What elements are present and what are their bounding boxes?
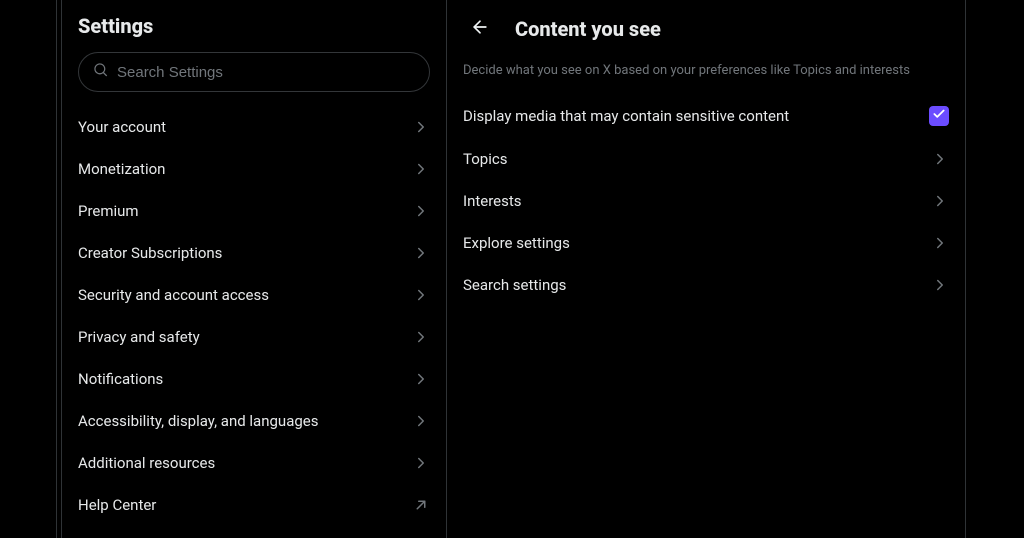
nav-premium[interactable]: Premium — [62, 190, 446, 232]
row-explore-settings[interactable]: Explore settings — [447, 222, 965, 264]
row-label: Explore settings — [463, 234, 570, 252]
settings-title: Settings — [62, 10, 446, 48]
chevron-right-icon — [931, 150, 949, 168]
chevron-right-icon — [412, 412, 430, 430]
nav-label: Privacy and safety — [78, 328, 200, 346]
row-sensitive-media-toggle[interactable]: Display media that may contain sensitive… — [447, 94, 965, 138]
row-label: Topics — [463, 150, 507, 168]
nav-label: Premium — [78, 202, 139, 220]
row-search-settings[interactable]: Search settings — [447, 264, 965, 306]
nav-label: Creator Subscriptions — [78, 244, 222, 262]
search-icon — [93, 62, 117, 82]
chevron-right-icon — [412, 454, 430, 472]
search-input[interactable] — [117, 64, 415, 81]
nav-additional-resources[interactable]: Additional resources — [62, 442, 446, 484]
content-pane: Content you see Decide what you see on X… — [447, 0, 966, 538]
chevron-right-icon — [931, 192, 949, 210]
left-rail — [0, 0, 56, 538]
nav-creator-subscriptions[interactable]: Creator Subscriptions — [62, 232, 446, 274]
search-wrap — [62, 48, 446, 106]
row-interests[interactable]: Interests — [447, 180, 965, 222]
settings-pane: Settings Your account Monetization Premi… — [62, 0, 447, 538]
chevron-right-icon — [412, 370, 430, 388]
nav-label: Accessibility, display, and languages — [78, 412, 318, 430]
right-gap — [966, 0, 1024, 538]
content-description: Decide what you see on X based on your p… — [447, 56, 965, 94]
check-icon — [932, 107, 946, 125]
row-label: Search settings — [463, 276, 566, 294]
chevron-right-icon — [412, 118, 430, 136]
back-button[interactable] — [463, 12, 497, 46]
nav-label: Notifications — [78, 370, 163, 388]
row-topics[interactable]: Topics — [447, 138, 965, 180]
nav-notifications[interactable]: Notifications — [62, 358, 446, 400]
nav-label: Additional resources — [78, 454, 215, 472]
app-shell: Settings Your account Monetization Premi… — [0, 0, 1024, 538]
settings-nav: Your account Monetization Premium Creato… — [62, 106, 446, 526]
content-title: Content you see — [515, 17, 661, 41]
nav-label: Security and account access — [78, 286, 269, 304]
row-label: Interests — [463, 192, 522, 210]
nav-label: Help Center — [78, 496, 156, 514]
row-label: Display media that may contain sensitive… — [463, 107, 789, 125]
nav-privacy-safety[interactable]: Privacy and safety — [62, 316, 446, 358]
chevron-right-icon — [931, 276, 949, 294]
chevron-right-icon — [412, 286, 430, 304]
content-header: Content you see — [447, 8, 965, 56]
chevron-right-icon — [412, 202, 430, 220]
nav-your-account[interactable]: Your account — [62, 106, 446, 148]
checkbox-checked[interactable] — [929, 106, 949, 126]
search-box[interactable] — [78, 52, 430, 92]
nav-security-access[interactable]: Security and account access — [62, 274, 446, 316]
nav-help-center[interactable]: Help Center — [62, 484, 446, 526]
external-link-icon — [412, 496, 430, 514]
chevron-right-icon — [412, 244, 430, 262]
chevron-right-icon — [412, 160, 430, 178]
chevron-right-icon — [412, 328, 430, 346]
nav-label: Your account — [78, 118, 166, 136]
arrow-left-icon — [470, 17, 490, 41]
nav-accessibility-display[interactable]: Accessibility, display, and languages — [62, 400, 446, 442]
nav-monetization[interactable]: Monetization — [62, 148, 446, 190]
chevron-right-icon — [931, 234, 949, 252]
nav-label: Monetization — [78, 160, 165, 178]
